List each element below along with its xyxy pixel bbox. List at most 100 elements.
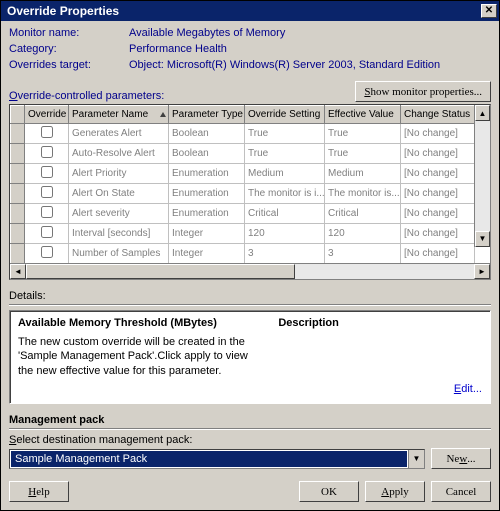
titlebar[interactable]: Override Properties ✕ [1, 1, 499, 21]
close-icon[interactable]: ✕ [481, 4, 497, 18]
row-header [11, 144, 25, 164]
table-row[interactable]: Generates AlertBooleanTrueTrue[No change… [11, 124, 491, 144]
cell-override-setting[interactable]: True [245, 124, 325, 144]
details-section-label: Details: [9, 290, 491, 302]
cell-change-status: [No change] [401, 244, 475, 263]
override-checkbox-cell[interactable] [25, 204, 69, 224]
parameters-grid[interactable]: Override Parameter Name Parameter Type O… [9, 104, 491, 280]
cell-parameter-name: Number of Samples [69, 244, 169, 263]
new-button[interactable]: New... [431, 448, 491, 469]
row-header [11, 204, 25, 224]
col-effective-value[interactable]: Effective Value [325, 106, 401, 124]
cell-override-setting[interactable]: Critical [245, 204, 325, 224]
hscroll-track[interactable] [26, 264, 474, 279]
details-divider [9, 304, 491, 306]
col-parameter-type[interactable]: Parameter Type [169, 106, 245, 124]
override-checkbox[interactable] [41, 226, 53, 238]
overrides-target-label: Overrides target: [9, 59, 129, 71]
row-header [11, 124, 25, 144]
table-row[interactable]: Alert severityEnumerationCriticalCritica… [11, 204, 491, 224]
col-override-setting[interactable]: Override Setting [245, 106, 325, 124]
management-pack-value: Sample Management Pack [11, 451, 407, 467]
cell-effective-value: Medium [325, 164, 401, 184]
cell-parameter-type: Enumeration [169, 184, 245, 204]
overrides-target-value: Object: Microsoft(R) Windows(R) Server 2… [129, 59, 491, 71]
vscroll-track[interactable] [475, 121, 490, 231]
override-checkbox[interactable] [41, 206, 53, 218]
cell-override-setting[interactable]: Medium [245, 164, 325, 184]
override-checkbox[interactable] [41, 146, 53, 158]
monitor-name-value: Available Megabytes of Memory [129, 27, 491, 39]
col-change-status[interactable]: Change Status [401, 106, 475, 124]
cell-parameter-type: Enumeration [169, 204, 245, 224]
description-label: Description [278, 317, 482, 329]
table-row[interactable]: Interval [seconds]Integer120120[No chang… [11, 224, 491, 244]
scroll-left-icon[interactable]: ◄ [10, 264, 26, 279]
cell-parameter-name: Auto-Resolve Alert [69, 144, 169, 164]
management-pack-combobox[interactable]: Sample Management Pack ▼ [9, 449, 425, 469]
cell-parameter-name: Alert On State [69, 184, 169, 204]
override-checkbox-cell[interactable] [25, 244, 69, 263]
table-row[interactable]: Number of SamplesInteger33[No change] [11, 244, 491, 263]
row-header [11, 164, 25, 184]
cell-change-status: [No change] [401, 124, 475, 144]
scroll-up-icon[interactable]: ▲ [475, 105, 490, 121]
edit-link[interactable]: Edit... [278, 383, 482, 395]
cell-change-status: [No change] [401, 164, 475, 184]
scroll-down-icon[interactable]: ▼ [475, 231, 490, 247]
details-text: The new custom override will be created … [18, 335, 262, 380]
cell-effective-value: 3 [325, 244, 401, 263]
cell-parameter-name: Interval [seconds] [69, 224, 169, 244]
override-checkbox[interactable] [41, 186, 53, 198]
cell-effective-value: Critical [325, 204, 401, 224]
override-checkbox[interactable] [41, 126, 53, 138]
override-checkbox-cell[interactable] [25, 224, 69, 244]
cell-parameter-name: Alert Priority [69, 164, 169, 184]
management-pack-section-label: Management pack [9, 414, 491, 426]
select-destination-label: Select destination management pack: [9, 434, 491, 446]
show-monitor-properties-button[interactable]: Show monitor properties... [355, 81, 491, 102]
cell-parameter-type: Enumeration [169, 164, 245, 184]
override-properties-dialog: Override Properties ✕ Monitor name: Avai… [0, 0, 500, 511]
cell-effective-value: 120 [325, 224, 401, 244]
window-title: Override Properties [7, 4, 481, 18]
override-checkbox-cell[interactable] [25, 184, 69, 204]
cell-override-setting[interactable]: The monitor is i... [245, 184, 325, 204]
chevron-down-icon[interactable]: ▼ [408, 450, 424, 468]
apply-button[interactable]: Apply [365, 481, 425, 502]
monitor-name-label: Monitor name: [9, 27, 129, 39]
override-checkbox[interactable] [41, 246, 53, 258]
mp-divider [9, 428, 491, 430]
cell-override-setting[interactable]: True [245, 144, 325, 164]
category-value: Performance Health [129, 43, 491, 55]
override-checkbox-cell[interactable] [25, 124, 69, 144]
hscroll-thumb[interactable] [26, 264, 295, 279]
row-header [11, 224, 25, 244]
table-row[interactable]: Alert On StateEnumerationThe monitor is … [11, 184, 491, 204]
details-panel: Available Memory Threshold (MBytes) The … [9, 310, 491, 404]
cell-parameter-type: Boolean [169, 144, 245, 164]
grid-corner [11, 106, 25, 124]
horizontal-scrollbar[interactable]: ◄ ► [10, 263, 490, 279]
col-parameter-name[interactable]: Parameter Name [69, 106, 169, 124]
vertical-scrollbar[interactable]: ▲ ▼ [474, 105, 490, 247]
ok-button[interactable]: OK [299, 481, 359, 502]
table-row[interactable]: Alert PriorityEnumerationMediumMedium[No… [11, 164, 491, 184]
override-checkbox[interactable] [41, 166, 53, 178]
cell-change-status: [No change] [401, 184, 475, 204]
col-override[interactable]: Override [25, 106, 69, 124]
override-checkbox-cell[interactable] [25, 144, 69, 164]
cell-override-setting[interactable]: 3 [245, 244, 325, 263]
grid-header-row: Override Parameter Name Parameter Type O… [11, 106, 491, 124]
scroll-right-icon[interactable]: ► [474, 264, 490, 279]
cell-parameter-name: Alert severity [69, 204, 169, 224]
cancel-button[interactable]: Cancel [431, 481, 491, 502]
cell-effective-value: The monitor is... [325, 184, 401, 204]
override-checkbox-cell[interactable] [25, 164, 69, 184]
help-button[interactable]: Help [9, 481, 69, 502]
cell-effective-value: True [325, 144, 401, 164]
cell-override-setting[interactable]: 120 [245, 224, 325, 244]
dialog-content: Monitor name: Available Megabytes of Mem… [1, 21, 499, 510]
cell-effective-value: True [325, 124, 401, 144]
table-row[interactable]: Auto-Resolve AlertBooleanTrueTrue[No cha… [11, 144, 491, 164]
